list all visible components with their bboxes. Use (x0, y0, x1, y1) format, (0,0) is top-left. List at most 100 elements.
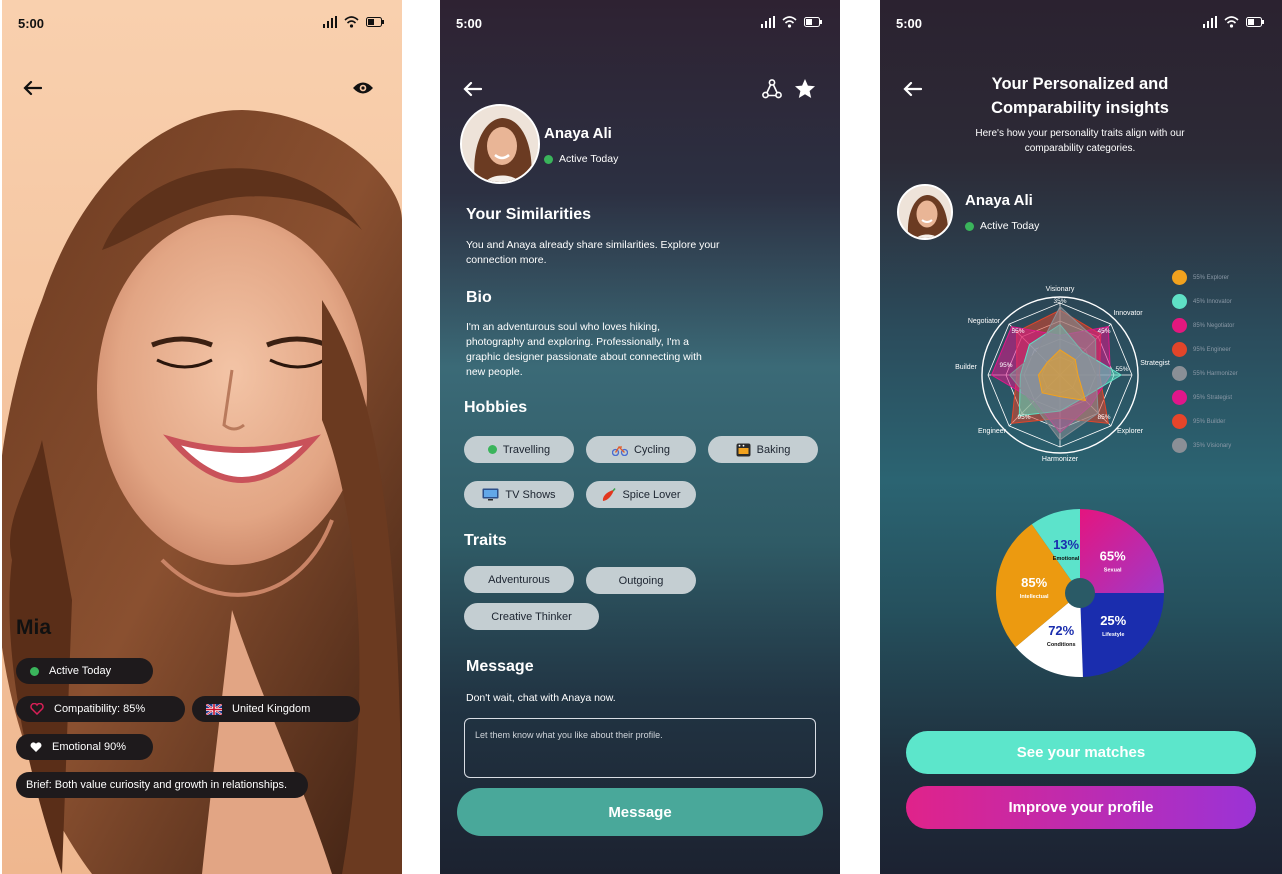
radar-value-label: 35% (1053, 298, 1066, 305)
compatibility-chip: Compatibility: 85% (16, 696, 185, 722)
back-arrow-icon[interactable] (902, 81, 922, 97)
radar-chart: Visionary 35% Innovator 45% Strategist 55% Exp… (955, 286, 1170, 463)
active-status: Active Today (965, 220, 1039, 232)
status-icons (323, 16, 384, 28)
avatar-portrait (899, 186, 951, 238)
pie-value-label: 72% (1048, 623, 1074, 638)
insights-subtitle: Here's how your personality traits align… (975, 128, 1185, 154)
star-icon[interactable] (794, 78, 816, 100)
legend-swatch (1172, 342, 1187, 357)
radar-category-label: Visionary (1046, 286, 1075, 293)
profile-name: Mia (16, 616, 52, 639)
hobby-chip-travelling[interactable]: Travelling (464, 436, 574, 463)
radar-value-label: 55% (1115, 366, 1128, 373)
pie-category-label: Lifestyle (1102, 632, 1124, 638)
online-dot-icon (965, 221, 974, 231)
radar-category-label: Strategist (1140, 360, 1170, 367)
brief-chip: Brief: Both value curiosity and growth i… (16, 772, 308, 798)
legend-swatch (1172, 438, 1187, 453)
radar-category-label: Innovator (1113, 310, 1143, 317)
radar-category-label: Engineer (978, 428, 1007, 435)
trait-chip-outgoing[interactable]: Outgoing (586, 567, 696, 594)
legend-item: 95% Strategist (1172, 390, 1232, 405)
compatibility-text: Compatibility: 85% (54, 703, 146, 715)
hobby-label: TV Shows (505, 488, 556, 501)
legend-label: 55% Explorer (1193, 274, 1230, 281)
trait-label: Creative Thinker (491, 610, 572, 623)
message-subtitle: Don't wait, chat with Anaya now. (466, 692, 616, 704)
pie-category-label: Intellectual (1020, 594, 1049, 600)
legend-item: 55% Harmonizer (1172, 366, 1238, 381)
hobby-chip-spice-lover[interactable]: Spice Lover (586, 481, 696, 508)
battery-icon (804, 17, 822, 27)
legend-swatch (1172, 366, 1187, 381)
radar-value-label: 55% (1011, 328, 1024, 335)
improve-profile-button[interactable]: Improve your profile (906, 786, 1256, 829)
legend-item: 35% Visionary (1172, 438, 1231, 453)
cycling-icon (611, 445, 628, 456)
wifi-icon (344, 16, 359, 28)
pie-value-label: 85% (1021, 575, 1047, 590)
insights-title: Your Personalized and Comparability insi… (991, 75, 1169, 117)
avatar-portrait (462, 106, 538, 182)
radar-value-label: 85% (1097, 414, 1110, 421)
hobby-chip-cycling[interactable]: Cycling (586, 436, 696, 463)
legend-swatch (1172, 294, 1187, 309)
message-input[interactable]: Let them know what you like about their … (464, 718, 816, 778)
battery-icon (1246, 17, 1264, 27)
oven-icon (736, 443, 751, 456)
status-time: 5:00 (456, 16, 483, 31)
similarities-text: You and Anaya already share similarities… (466, 239, 720, 266)
message-placeholder: Let them know what you like about their … (475, 730, 663, 740)
hobby-chip-tv-shows[interactable]: TV Shows (464, 481, 574, 508)
radar-category-label: Harmonizer (1042, 456, 1079, 463)
heart-ring-icon (30, 703, 44, 715)
trait-label: Outgoing (618, 574, 664, 587)
insights-screen: 5:00 Your Personalized and Comparability… (880, 0, 1282, 874)
legend-item: 95% Builder (1172, 414, 1225, 429)
signal-icon (323, 16, 337, 28)
legend-item: 55% Explorer (1172, 270, 1229, 285)
radar-value-label: 95% (1017, 414, 1030, 421)
online-dot-icon (544, 154, 553, 164)
legend-label: 95% Builder (1193, 418, 1226, 425)
profile-name: Anaya Ali (544, 125, 612, 142)
eye-icon[interactable] (352, 80, 374, 96)
hobby-label: Travelling (502, 443, 551, 456)
radar-category-label: Explorer (1117, 428, 1144, 435)
back-arrow-icon[interactable] (462, 81, 482, 97)
see-matches-button[interactable]: See your matches (906, 731, 1256, 774)
pie-category-label: Emotional (1053, 556, 1080, 562)
hobby-label: Baking (756, 443, 791, 456)
legend-label: 35% Visionary (1193, 442, 1232, 449)
country-text: United Kingdom (232, 703, 311, 715)
radar-value-label: 45% (1097, 328, 1110, 335)
message-button[interactable]: Message (457, 788, 823, 836)
legend-label: 45% Innovator (1193, 298, 1232, 305)
trait-label: Adventurous (488, 573, 550, 586)
profile-photo-screen: 5:00 Mia Active Today Compatibility: 85%… (2, 0, 402, 874)
pie-value-label: 13% (1053, 537, 1079, 552)
bio-text: I'm an adventurous soul who loves hiking… (466, 321, 702, 378)
wifi-icon (1224, 16, 1239, 28)
emotional-chip: Emotional 90% (16, 734, 153, 760)
back-arrow-icon[interactable] (22, 80, 42, 96)
signal-icon (1203, 16, 1217, 28)
legend-label: 85% Negotiator (1193, 322, 1235, 329)
status-bar: 5:00 (440, 0, 840, 44)
radar-value-label: 95% (999, 362, 1012, 369)
profile-detail-screen: 5:00 Anaya Ali Active Today Your Similar… (440, 0, 840, 874)
active-status-chip: Active Today (16, 658, 153, 684)
share-icon[interactable] (762, 79, 782, 99)
legend-item: 95% Engineer (1172, 342, 1231, 357)
similarities-heading: Your Similarities (466, 206, 592, 223)
active-status-text: Active Today (980, 220, 1040, 232)
legend-swatch (1172, 318, 1187, 333)
trait-chip-creative-thinker[interactable]: Creative Thinker (464, 603, 599, 630)
active-status: Active Today (544, 153, 618, 165)
hobby-chip-baking[interactable]: Baking (708, 436, 818, 463)
legend-label: 55% Harmonizer (1193, 370, 1238, 377)
legend-label: 95% Strategist (1193, 394, 1233, 401)
trait-chip-adventurous[interactable]: Adventurous (464, 566, 574, 593)
brief-text: Brief: Both value curiosity and growth i… (26, 779, 288, 791)
